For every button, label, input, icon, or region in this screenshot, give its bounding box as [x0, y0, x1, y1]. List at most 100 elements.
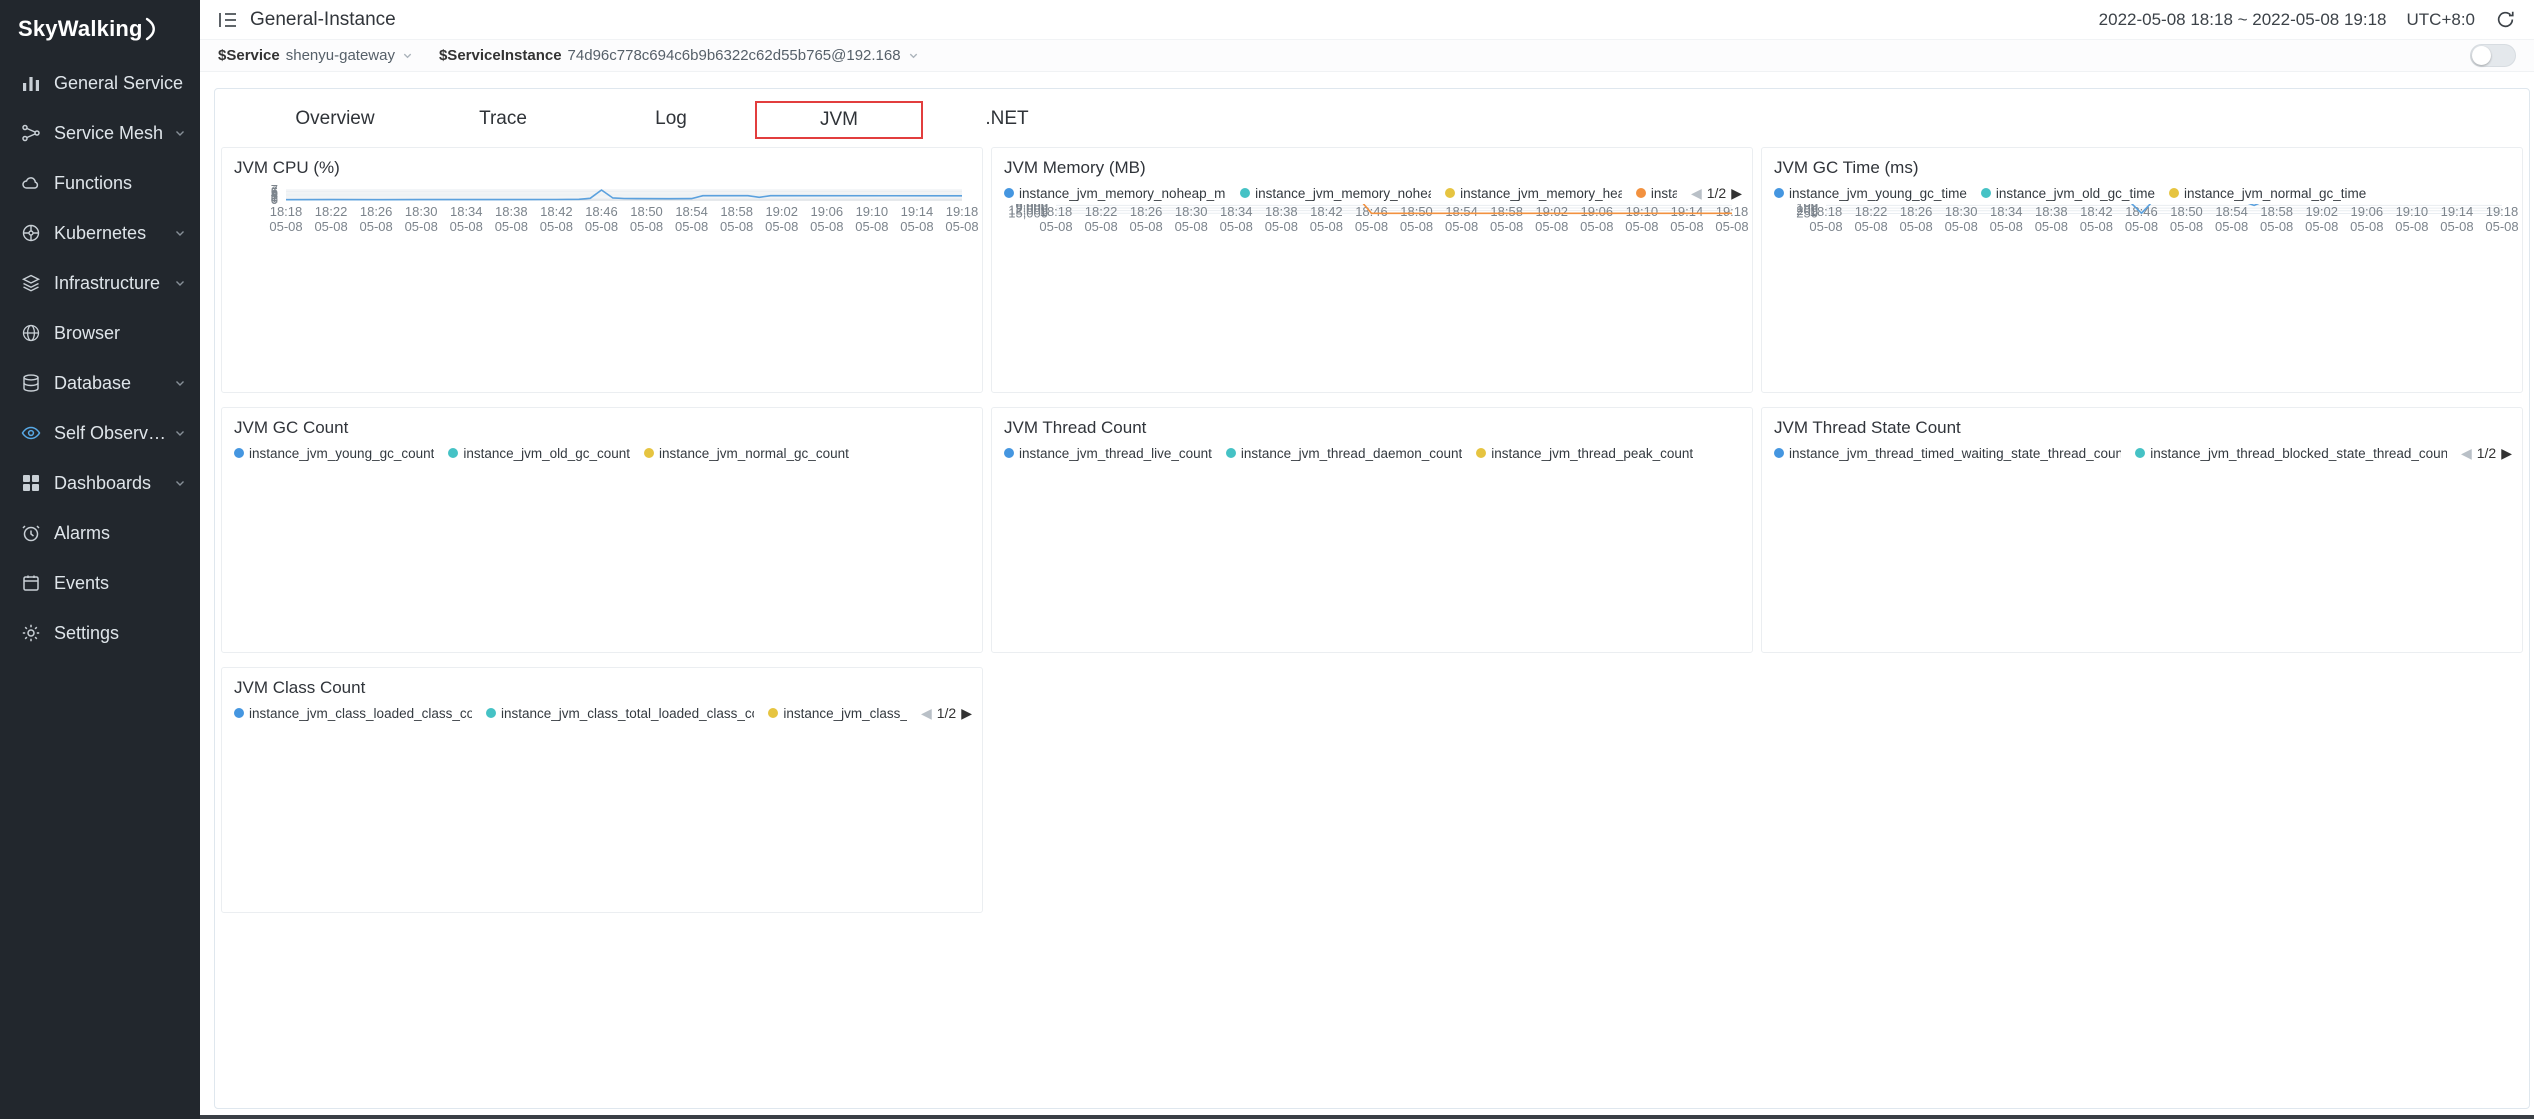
service-select-value: shenyu-gateway — [286, 47, 395, 64]
svg-text:18:38: 18:38 — [1265, 204, 1298, 219]
instance-select[interactable]: 74d96c778c694c6b9b6322c62d55b765@192.168 — [568, 47, 919, 64]
chart-legend: instance_jvm_memory_noheap_max instance_j… — [992, 180, 1752, 204]
chart-title: JVM Memory (MB) — [992, 148, 1752, 180]
svg-text:18:30: 18:30 — [1175, 204, 1208, 219]
svg-text:18:22: 18:22 — [315, 204, 348, 219]
legend-label: instance_jvm_young_gc_count — [249, 446, 434, 461]
svg-text:19:14: 19:14 — [2441, 204, 2474, 219]
svg-text:05-08: 05-08 — [2350, 219, 2383, 234]
svg-text:18:42: 18:42 — [2080, 204, 2113, 219]
globe-icon — [20, 322, 42, 344]
tab-jvm[interactable]: JVM — [755, 101, 923, 139]
legend-item[interactable]: instance_jvm_class_total_loaded_class_co… — [486, 706, 754, 721]
chart-canvas[interactable]: 05010015020025018:1805-0818:2205-0818:26… — [1762, 204, 2522, 247]
chart-canvas[interactable]: 05,00010,00015,00020,00025,00018:1805-08… — [222, 724, 982, 742]
legend-item[interactable]: instance_jvm_class_loaded_class_count — [234, 706, 472, 721]
tab-overview[interactable]: Overview — [251, 101, 419, 139]
sidebar-item-browser[interactable]: Browser — [0, 308, 200, 358]
chart-canvas[interactable]: 05010015020025018:1805-0818:2205-0818:26… — [1762, 464, 2522, 482]
legend-item[interactable]: instance_jvm_young_gc_time — [1774, 186, 1967, 201]
legend-item[interactable]: instance_jvm_old_gc_count — [448, 446, 630, 461]
svg-text:05-08: 05-08 — [1625, 219, 1658, 234]
legend-dot — [1981, 188, 1991, 198]
chart-canvas[interactable]: 03,0006,0009,00012,00015,00018:1805-0818… — [992, 204, 1752, 247]
svg-text:05-08: 05-08 — [1265, 219, 1298, 234]
chart-canvas[interactable]: 0123456718:1805-0818:2205-0818:2605-0818… — [222, 180, 982, 247]
svg-text:18:58: 18:58 — [720, 204, 753, 219]
tab-trace[interactable]: Trace — [419, 101, 587, 139]
sidebar-item-service-mesh[interactable]: Service Mesh — [0, 108, 200, 158]
sidebar-item-settings[interactable]: Settings — [0, 608, 200, 658]
pagination-next-icon[interactable]: ▶ — [1731, 185, 1742, 202]
svg-text:18:22: 18:22 — [1855, 204, 1888, 219]
legend-dot — [1226, 448, 1236, 458]
legend-item[interactable]: instance_jvm_thread_blocked_state_thread… — [2135, 446, 2447, 461]
collapse-menu-icon[interactable] — [218, 11, 238, 29]
legend-item[interactable]: instance_jvm_thread_live_count — [1004, 446, 1212, 461]
pagination-page: 1/2 — [937, 705, 956, 721]
svg-text:18:46: 18:46 — [2125, 204, 2158, 219]
tab-log[interactable]: Log — [587, 101, 755, 139]
svg-text:05-08: 05-08 — [2440, 219, 2473, 234]
db-icon — [20, 372, 42, 394]
skywalking-logo[interactable]: SkyWalking — [0, 0, 200, 58]
chart-canvas[interactable]: 05010015020025018:1805-0818:2205-0818:26… — [992, 464, 1752, 482]
pagination-next-icon[interactable]: ▶ — [961, 705, 972, 722]
sidebar-item-database[interactable]: Database — [0, 358, 200, 408]
legend-item[interactable]: instance_jvm_memory_noheap_max — [1004, 186, 1226, 201]
legend-item[interactable]: instance_jvm_memory_heap — [1445, 186, 1622, 201]
sidebar-item-dashboards[interactable]: Dashboards — [0, 458, 200, 508]
chart-card-jvm-class-count: JVM Class Countinstance_jvm_class_loaded… — [221, 667, 983, 913]
pagination-prev-icon[interactable]: ◀ — [1691, 185, 1702, 202]
chevron-down-icon — [174, 127, 186, 139]
sidebar-item-events[interactable]: Events — [0, 558, 200, 608]
legend-item[interactable]: instance_jvm_normal_gc_time — [2169, 186, 2366, 201]
refresh-icon[interactable] — [2495, 9, 2516, 30]
svg-text:18:26: 18:26 — [360, 204, 393, 219]
pagination-prev-icon[interactable]: ◀ — [921, 705, 932, 722]
svg-text:05-08: 05-08 — [1670, 219, 1703, 234]
auto-refresh-toggle[interactable] — [2470, 44, 2516, 67]
pagination-prev-icon[interactable]: ◀ — [2461, 445, 2472, 462]
service-select[interactable]: shenyu-gateway — [286, 47, 413, 64]
sidebar-item-general-service[interactable]: General Service — [0, 58, 200, 108]
sidebar-item-label: General Service — [54, 73, 183, 94]
svg-text:05-08: 05-08 — [1945, 219, 1978, 234]
legend-item[interactable]: instance_jvm_memory_noheap — [1240, 186, 1431, 201]
legend-item[interactable]: instance_jvm_normal_gc_count — [644, 446, 849, 461]
tab-net[interactable]: .NET — [923, 101, 1091, 139]
svg-text:05-08: 05-08 — [1355, 219, 1388, 234]
sidebar-item-infrastructure[interactable]: Infrastructure — [0, 258, 200, 308]
legend-label: instance_jvm_old_gc_time — [1996, 186, 2155, 201]
legend-item[interactable]: insta — [1636, 186, 1677, 201]
sidebar-item-label: Alarms — [54, 523, 110, 544]
svg-text:05-08: 05-08 — [1130, 219, 1163, 234]
svg-text:05-08: 05-08 — [1220, 219, 1253, 234]
sidebar-item-functions[interactable]: Functions — [0, 158, 200, 208]
legend-item[interactable]: instance_jvm_thread_peak_count — [1476, 446, 1693, 461]
sidebar-item-kubernetes[interactable]: Kubernetes — [0, 208, 200, 258]
legend-item[interactable]: instance_jvm_thread_timed_waiting_state_… — [1774, 446, 2121, 461]
pagination-next-icon[interactable]: ▶ — [2501, 445, 2512, 462]
sidebar-item-label: Settings — [54, 623, 119, 644]
timezone[interactable]: UTC+8:0 — [2407, 10, 2476, 30]
legend-dot — [1774, 448, 1784, 458]
svg-text:05-08: 05-08 — [945, 219, 978, 234]
legend-item[interactable]: instance_jvm_young_gc_count — [234, 446, 434, 461]
legend-item[interactable]: instance_jvm_thread_daemon_count — [1226, 446, 1462, 461]
svg-text:19:18: 19:18 — [2486, 204, 2519, 219]
svg-text:05-08: 05-08 — [720, 219, 753, 234]
svg-text:05-08: 05-08 — [1990, 219, 2023, 234]
svg-text:7: 7 — [271, 182, 278, 197]
chevron-down-icon — [174, 227, 186, 239]
time-range[interactable]: 2022-05-08 18:18 ~ 2022-05-08 19:18 — [2099, 10, 2387, 30]
top-header: General-Instance 2022-05-08 18:18 ~ 2022… — [200, 0, 2534, 40]
sidebar-item-alarms[interactable]: Alarms — [0, 508, 200, 558]
legend-item[interactable]: instance_jvm_old_gc_time — [1981, 186, 2155, 201]
sidebar-item-self-observability[interactable]: Self Observability — [0, 408, 200, 458]
legend-item[interactable]: instance_jvm_class_to — [768, 706, 907, 721]
chart-title: JVM GC Time (ms) — [1762, 148, 2522, 180]
chart-canvas[interactable]: 051015202518:1805-0818:2205-0818:2605-08… — [222, 464, 982, 482]
svg-text:05-08: 05-08 — [2125, 219, 2158, 234]
tabs: OverviewTraceLogJVM.NET — [215, 89, 2529, 145]
